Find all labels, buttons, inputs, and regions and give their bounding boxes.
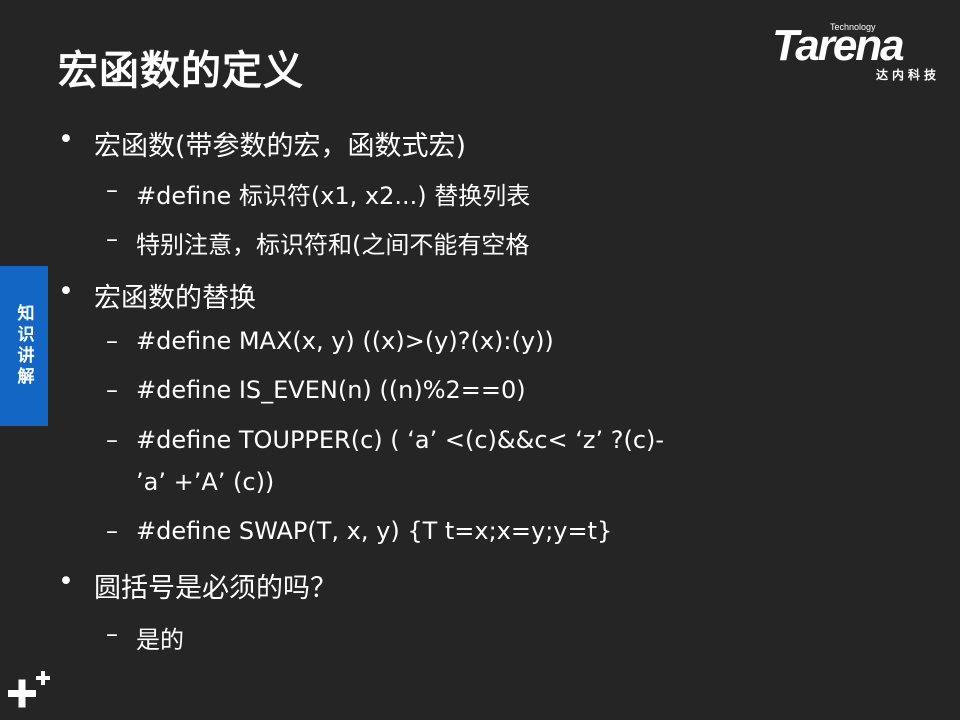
sub-bullet-marker: –: [106, 426, 118, 454]
bullet-marker: •: [58, 276, 74, 307]
sub-bullet-marker: –: [106, 176, 118, 204]
sub-bullet-marker: –: [106, 225, 118, 253]
slide-content: • 宏函数(带参数的宏，函数式宏) – #define 标识符(x1, x2..…: [0, 0, 960, 720]
sub-bullet-item: #define MAX(x, y) ((x)>(y)?(x):(y)): [136, 327, 554, 355]
sub-bullet-continuation: ’a’ +’A’ (c)): [136, 468, 275, 496]
bullet-marker: •: [58, 566, 74, 597]
sub-bullet-item: #define TOUPPER(c) ( ‘a’ <(c)&&c< ‘z’ ?(…: [136, 426, 665, 454]
bullet-item: 宏函数的替换: [94, 283, 256, 314]
sub-bullet-item: #define IS_EVEN(n) ((n)%2==0): [136, 376, 526, 404]
bullet-item: 圆括号是必须的吗？: [94, 573, 337, 604]
sub-bullet-item: #define 标识符(x1, x2...) 替换列表: [136, 182, 531, 210]
sub-bullet-marker: –: [106, 517, 118, 545]
bullet-marker: •: [58, 124, 74, 155]
sub-bullet-item: 是的: [136, 626, 184, 654]
sub-bullet-marker: –: [106, 376, 118, 404]
sub-bullet-marker: –: [106, 327, 118, 355]
sub-bullet-item: #define SWAP(T, x, y) {T t=x;x=y;y=t}: [136, 517, 613, 545]
sub-bullet-marker: –: [106, 620, 118, 648]
bullet-item: 宏函数(带参数的宏，函数式宏): [94, 131, 467, 162]
plus-decoration-icon: [8, 671, 50, 708]
sub-bullet-item: 特别注意，标识符和(之间不能有空格: [136, 231, 530, 259]
